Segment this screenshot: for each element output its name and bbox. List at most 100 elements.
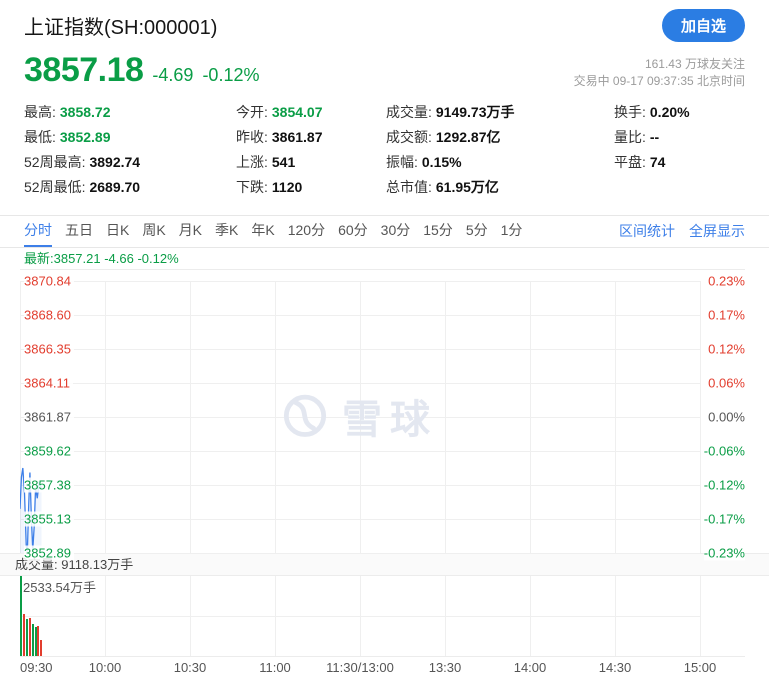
stat-label: 最高: — [24, 104, 56, 120]
volume-bar — [37, 626, 39, 656]
y-axis-price-label: 3852.89 — [24, 546, 74, 561]
tab-日K[interactable]: 日K — [106, 216, 129, 247]
tab-120分[interactable]: 120分 — [288, 216, 325, 247]
time-label: 14:00 — [514, 660, 547, 675]
y-axis-pct-label: 0.17% — [708, 308, 745, 323]
price-line-chart — [20, 281, 700, 553]
price-pane[interactable]: 雪球 3870.840.23%3868.600.17%3866.350.12%3… — [20, 281, 745, 553]
stat-item: 振幅:0.15% — [386, 150, 614, 175]
tab-周K[interactable]: 周K — [142, 216, 165, 247]
stat-value: 74 — [650, 154, 666, 170]
stat-item: 上涨:541 — [236, 150, 386, 175]
y-axis-pct-label: 0.06% — [708, 376, 745, 391]
intraday-chart: 雪球 3870.840.23%3868.600.17%3866.350.12%3… — [20, 269, 745, 553]
y-axis-price-label: 3870.84 — [24, 274, 74, 289]
tab-60分[interactable]: 60分 — [338, 216, 368, 247]
stat-value: 1292.87亿 — [436, 129, 501, 145]
stat-item: 52周最高:3892.74 — [24, 150, 236, 175]
tab-1分[interactable]: 1分 — [501, 216, 523, 247]
volume-plot-area — [20, 576, 700, 656]
stat-label: 52周最高: — [24, 154, 85, 170]
volume-scale-label: 2533.54万手 — [23, 577, 96, 596]
stat-item: 今开:3854.07 — [236, 100, 386, 125]
tab-15分[interactable]: 15分 — [423, 216, 453, 247]
stat-item: 成交量:9149.73万手 — [386, 100, 614, 125]
volume-vertical-gridline — [700, 576, 701, 656]
stock-quote-page: 上证指数(SH:000001) 加自选 3857.18 -4.69 -0.12%… — [0, 9, 769, 679]
volume-bar — [35, 627, 37, 656]
y-axis-price-label: 3861.87 — [24, 410, 74, 425]
stat-item: 下跌:1120 — [236, 175, 386, 200]
tab-季K[interactable]: 季K — [215, 216, 238, 247]
tab-5分[interactable]: 5分 — [466, 216, 488, 247]
time-label: 13:30 — [429, 660, 462, 675]
quote-summary: 3857.18 -4.69 -0.12% 161.43 万球友关注 交易中 09… — [0, 44, 769, 90]
y-axis-pct-label: -0.12% — [704, 478, 745, 493]
time-label: 10:30 — [174, 660, 207, 675]
volume-bar — [23, 614, 25, 656]
current-quote: 3857.18 -4.69 -0.12% — [24, 51, 259, 90]
tab-分时[interactable]: 分时 — [24, 216, 52, 247]
time-label: 11:30/13:00 — [326, 660, 394, 675]
time-label: 10:00 — [89, 660, 122, 675]
market-meta: 161.43 万球友关注 交易中 09-17 09:37:35 北京时间 — [574, 56, 745, 90]
stat-value: 3858.72 — [60, 104, 111, 120]
fullscreen-link[interactable]: 全屏显示 — [689, 216, 745, 247]
latest-quote-line: 最新:3857.21 -4.66 -0.12% — [0, 248, 769, 269]
volume-gridline — [20, 616, 700, 617]
stat-label: 下跌: — [236, 179, 268, 195]
stat-value: 61.95万亿 — [436, 179, 499, 195]
stat-label: 量比: — [614, 129, 646, 145]
y-axis-price-label: 3864.11 — [24, 376, 73, 391]
page-header: 上证指数(SH:000001) 加自选 — [0, 9, 769, 42]
stat-label: 成交额: — [386, 129, 432, 145]
y-axis-pct-label: -0.17% — [704, 512, 745, 527]
stat-item: 换手:0.20% — [614, 100, 745, 125]
price-change: -4.69 — [152, 65, 193, 86]
tab-五日[interactable]: 五日 — [65, 216, 93, 247]
time-label: 14:30 — [599, 660, 632, 675]
time-axis-labels: 09:30 10:00 10:30 11:00 11:30/13:00 13:30 14:0… — [20, 657, 700, 679]
stat-item: 量比:-- — [614, 125, 745, 150]
stat-label: 上涨: — [236, 154, 268, 170]
page-title: 上证指数(SH:000001) — [24, 11, 217, 40]
add-watchlist-button[interactable]: 加自选 — [662, 9, 745, 42]
stat-item: 最低:3852.89 — [24, 125, 236, 150]
current-price: 3857.18 — [24, 51, 143, 90]
volume-pane[interactable]: 2533.54万手 — [20, 576, 745, 657]
y-axis-pct-label: 0.00% — [708, 410, 745, 425]
tab-年K[interactable]: 年K — [251, 216, 274, 247]
price-plot-area[interactable]: 雪球 — [20, 281, 700, 553]
stat-value: 3852.89 — [60, 129, 111, 145]
stat-item: 平盘:74 — [614, 150, 745, 175]
period-tabs: 分时五日日K 周K 月K 季K 年K 120分 60分 30分 15分 5分 1分 — [24, 216, 522, 247]
range-stats-link[interactable]: 区间统计 — [619, 216, 675, 247]
price-gridline — [20, 553, 700, 554]
stat-column-4: 换手:0.20%量比:--平盘:74 — [614, 100, 745, 200]
time-label: 11:00 — [259, 660, 291, 675]
time-label: 09:30 — [20, 660, 53, 675]
tab-30分[interactable]: 30分 — [381, 216, 411, 247]
price-vertical-gridline — [700, 281, 701, 553]
y-axis-pct-label: -0.23% — [704, 546, 745, 561]
volume-bar — [32, 624, 34, 656]
stat-value: -- — [650, 129, 659, 145]
stat-item: 52周最低:2689.70 — [24, 175, 236, 200]
y-axis-pct-label: 0.12% — [708, 342, 745, 357]
stat-label: 总市值: — [386, 179, 432, 195]
volume-header-strip: 成交量: 9118.13万手 — [0, 553, 769, 576]
stat-value: 0.20% — [650, 104, 690, 120]
stat-label: 昨收: — [236, 129, 268, 145]
tab-月K[interactable]: 月K — [179, 216, 202, 247]
stat-value: 0.15% — [422, 154, 462, 170]
price-change-pct: -0.12% — [202, 65, 259, 86]
stat-label: 平盘: — [614, 154, 646, 170]
stat-item: 昨收:3861.87 — [236, 125, 386, 150]
chart-period-tab-bar: 分时五日日K 周K 月K 季K 年K 120分 60分 30分 15分 5分 1分 区间统计全屏显示 — [0, 215, 769, 248]
stat-column-2: 今开:3854.07昨收:3861.87上涨:541下跌:1120 — [236, 100, 386, 200]
stat-column-1: 最高:3858.72 最低:3852.8952周最高:3892.7452周最低:2… — [24, 100, 236, 200]
stat-label: 今开: — [236, 104, 268, 120]
volume-bar — [26, 619, 28, 656]
y-axis-price-label: 3857.38 — [24, 478, 74, 493]
stat-item: 总市值:61.95万亿 — [386, 175, 614, 200]
